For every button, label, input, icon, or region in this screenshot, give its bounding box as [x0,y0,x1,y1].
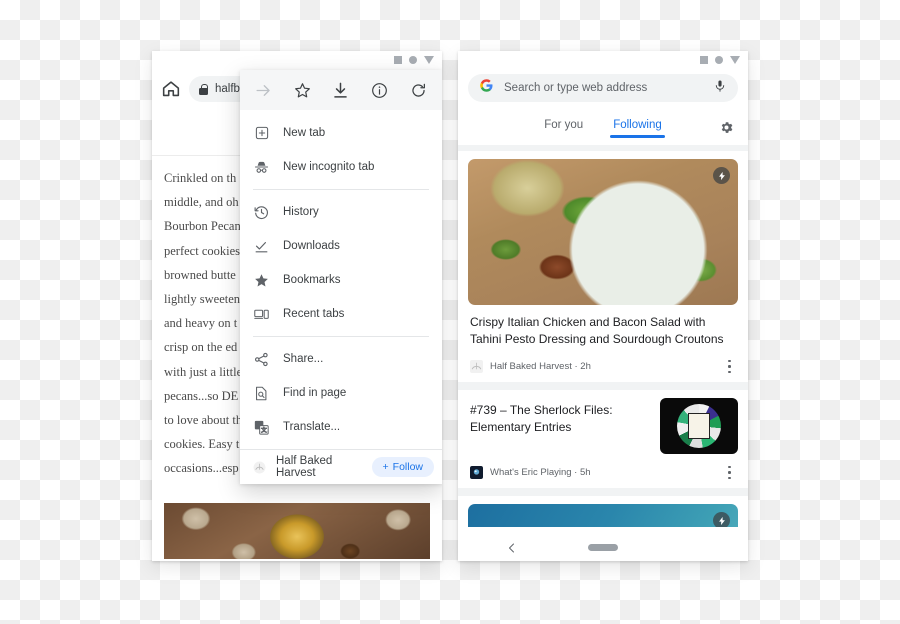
share-icon [253,351,270,368]
menu-item-label: Find in page [283,387,347,399]
right-bottom-nav [458,527,748,561]
feed-card-source: Half Baked Harvest · 2h [490,361,591,372]
right-system-indicators [700,56,740,64]
star-filled-icon [253,272,270,289]
new-tab-icon [253,125,270,142]
sherlock-files-board-game-thumbnail [660,398,738,454]
forward-arrow-icon[interactable] [254,81,273,100]
menu-items-list: New tab New incognito tab History Downlo… [240,110,442,484]
circle-indicator [409,56,417,64]
menu-item-label: History [283,206,319,218]
recent-tabs-icon [253,306,270,323]
feed-card-whale[interactable] [458,496,748,527]
right-status-bar [458,51,748,70]
triangle-indicator [424,56,434,64]
feed-card-title: Crispy Italian Chicken and Bacon Salad w… [470,315,724,346]
feed-card-footer: Half Baked Harvest · 2h [470,359,736,374]
feed-card-salad[interactable]: Crispy Italian Chicken and Bacon Salad w… [458,151,748,382]
menu-follow-row: Half Baked Harvest + Follow [240,449,442,484]
amp-lightning-icon [713,512,730,527]
history-icon [253,204,270,221]
feed-card-title: #739 – The Sherlock Files: Elementary En… [470,403,613,434]
square-indicator [700,56,708,64]
google-g-icon [479,78,494,98]
feed-card-source: What's Eric Playing · 5h [490,467,591,478]
downloads-check-icon [253,238,270,255]
menu-item-downloads[interactable]: Downloads [240,229,442,263]
left-phone-window: halfba — HALF H A R Crinkled on th middl… [152,51,442,561]
menu-item-label: Downloads [283,240,340,252]
tab-for-you[interactable]: For you [544,119,583,138]
search-input[interactable]: Search or type web address [468,74,738,102]
menu-item-share[interactable]: Share... [240,342,442,376]
menu-item-label: New incognito tab [283,161,375,173]
half-baked-harvest-favicon [253,461,266,474]
triangle-indicator [730,56,740,64]
browser-overflow-menu: New tab New incognito tab History Downlo… [240,70,442,484]
menu-follow-site-name: Half Baked Harvest [276,455,333,479]
right-phone-window: Search or type web address For you Follo… [458,51,748,561]
follow-button[interactable]: + Follow [371,457,434,477]
menu-item-label: Share... [283,353,324,365]
kebab-menu-icon[interactable] [723,359,736,374]
reload-icon[interactable] [409,81,428,100]
menu-divider [253,189,429,190]
feed-card-image [468,504,738,527]
circle-indicator [715,56,723,64]
menu-item-translate[interactable]: G文 Translate... [240,410,442,444]
menu-item-bookmarks[interactable]: Bookmarks [240,263,442,297]
feed-card-image [468,159,738,305]
square-indicator [394,56,402,64]
translate-icon: G文 [253,419,270,436]
discover-search-wrap: Search or type web address [458,70,748,111]
chevron-left-icon[interactable] [506,541,518,553]
article-photo [164,503,430,559]
star-outline-icon[interactable] [293,81,312,100]
search-placeholder: Search or type web address [504,82,648,94]
left-system-indicators [394,56,434,64]
microphone-icon[interactable] [713,79,727,98]
info-circle-icon[interactable] [370,81,389,100]
menu-item-find-in-page[interactable]: Find in page [240,376,442,410]
menu-item-new-incognito-tab[interactable]: New incognito tab [240,150,442,184]
menu-item-new-tab[interactable]: New tab [240,116,442,150]
menu-item-label: Bookmarks [283,274,341,286]
find-in-page-icon [253,385,270,402]
menu-item-recent-tabs[interactable]: Recent tabs [240,297,442,331]
menu-item-label: Recent tabs [283,308,345,320]
download-icon[interactable] [331,81,350,100]
feed-card-sherlock[interactable]: #739 – The Sherlock Files: Elementary En… [458,390,748,488]
menu-item-label: New tab [283,127,326,139]
left-bottom-nav [152,559,442,561]
tab-following[interactable]: Following [610,119,665,138]
kebab-menu-icon[interactable] [723,465,736,480]
plus-icon: + [382,461,389,473]
menu-divider [253,336,429,337]
gear-icon[interactable] [719,120,734,135]
discover-tabs: For you Following [458,111,748,145]
home-gesture-pill[interactable] [588,543,618,551]
amp-lightning-icon [713,167,730,184]
menu-item-history[interactable]: History [240,195,442,229]
menu-quick-actions [240,70,442,110]
menu-item-label: Translate... [283,421,341,433]
lock-icon [199,83,208,95]
home-icon[interactable] [160,78,182,100]
follow-button-label: Follow [392,461,423,473]
left-status-bar [152,51,442,70]
whats-eric-playing-favicon [470,466,483,479]
half-baked-harvest-favicon [470,360,483,373]
incognito-icon [253,159,270,176]
feed-card-footer: What's Eric Playing · 5h [470,465,736,480]
discover-feed[interactable]: Crispy Italian Chicken and Bacon Salad w… [458,145,748,527]
screenshot-stage: halfba — HALF H A R Crinkled on th middl… [0,0,900,624]
